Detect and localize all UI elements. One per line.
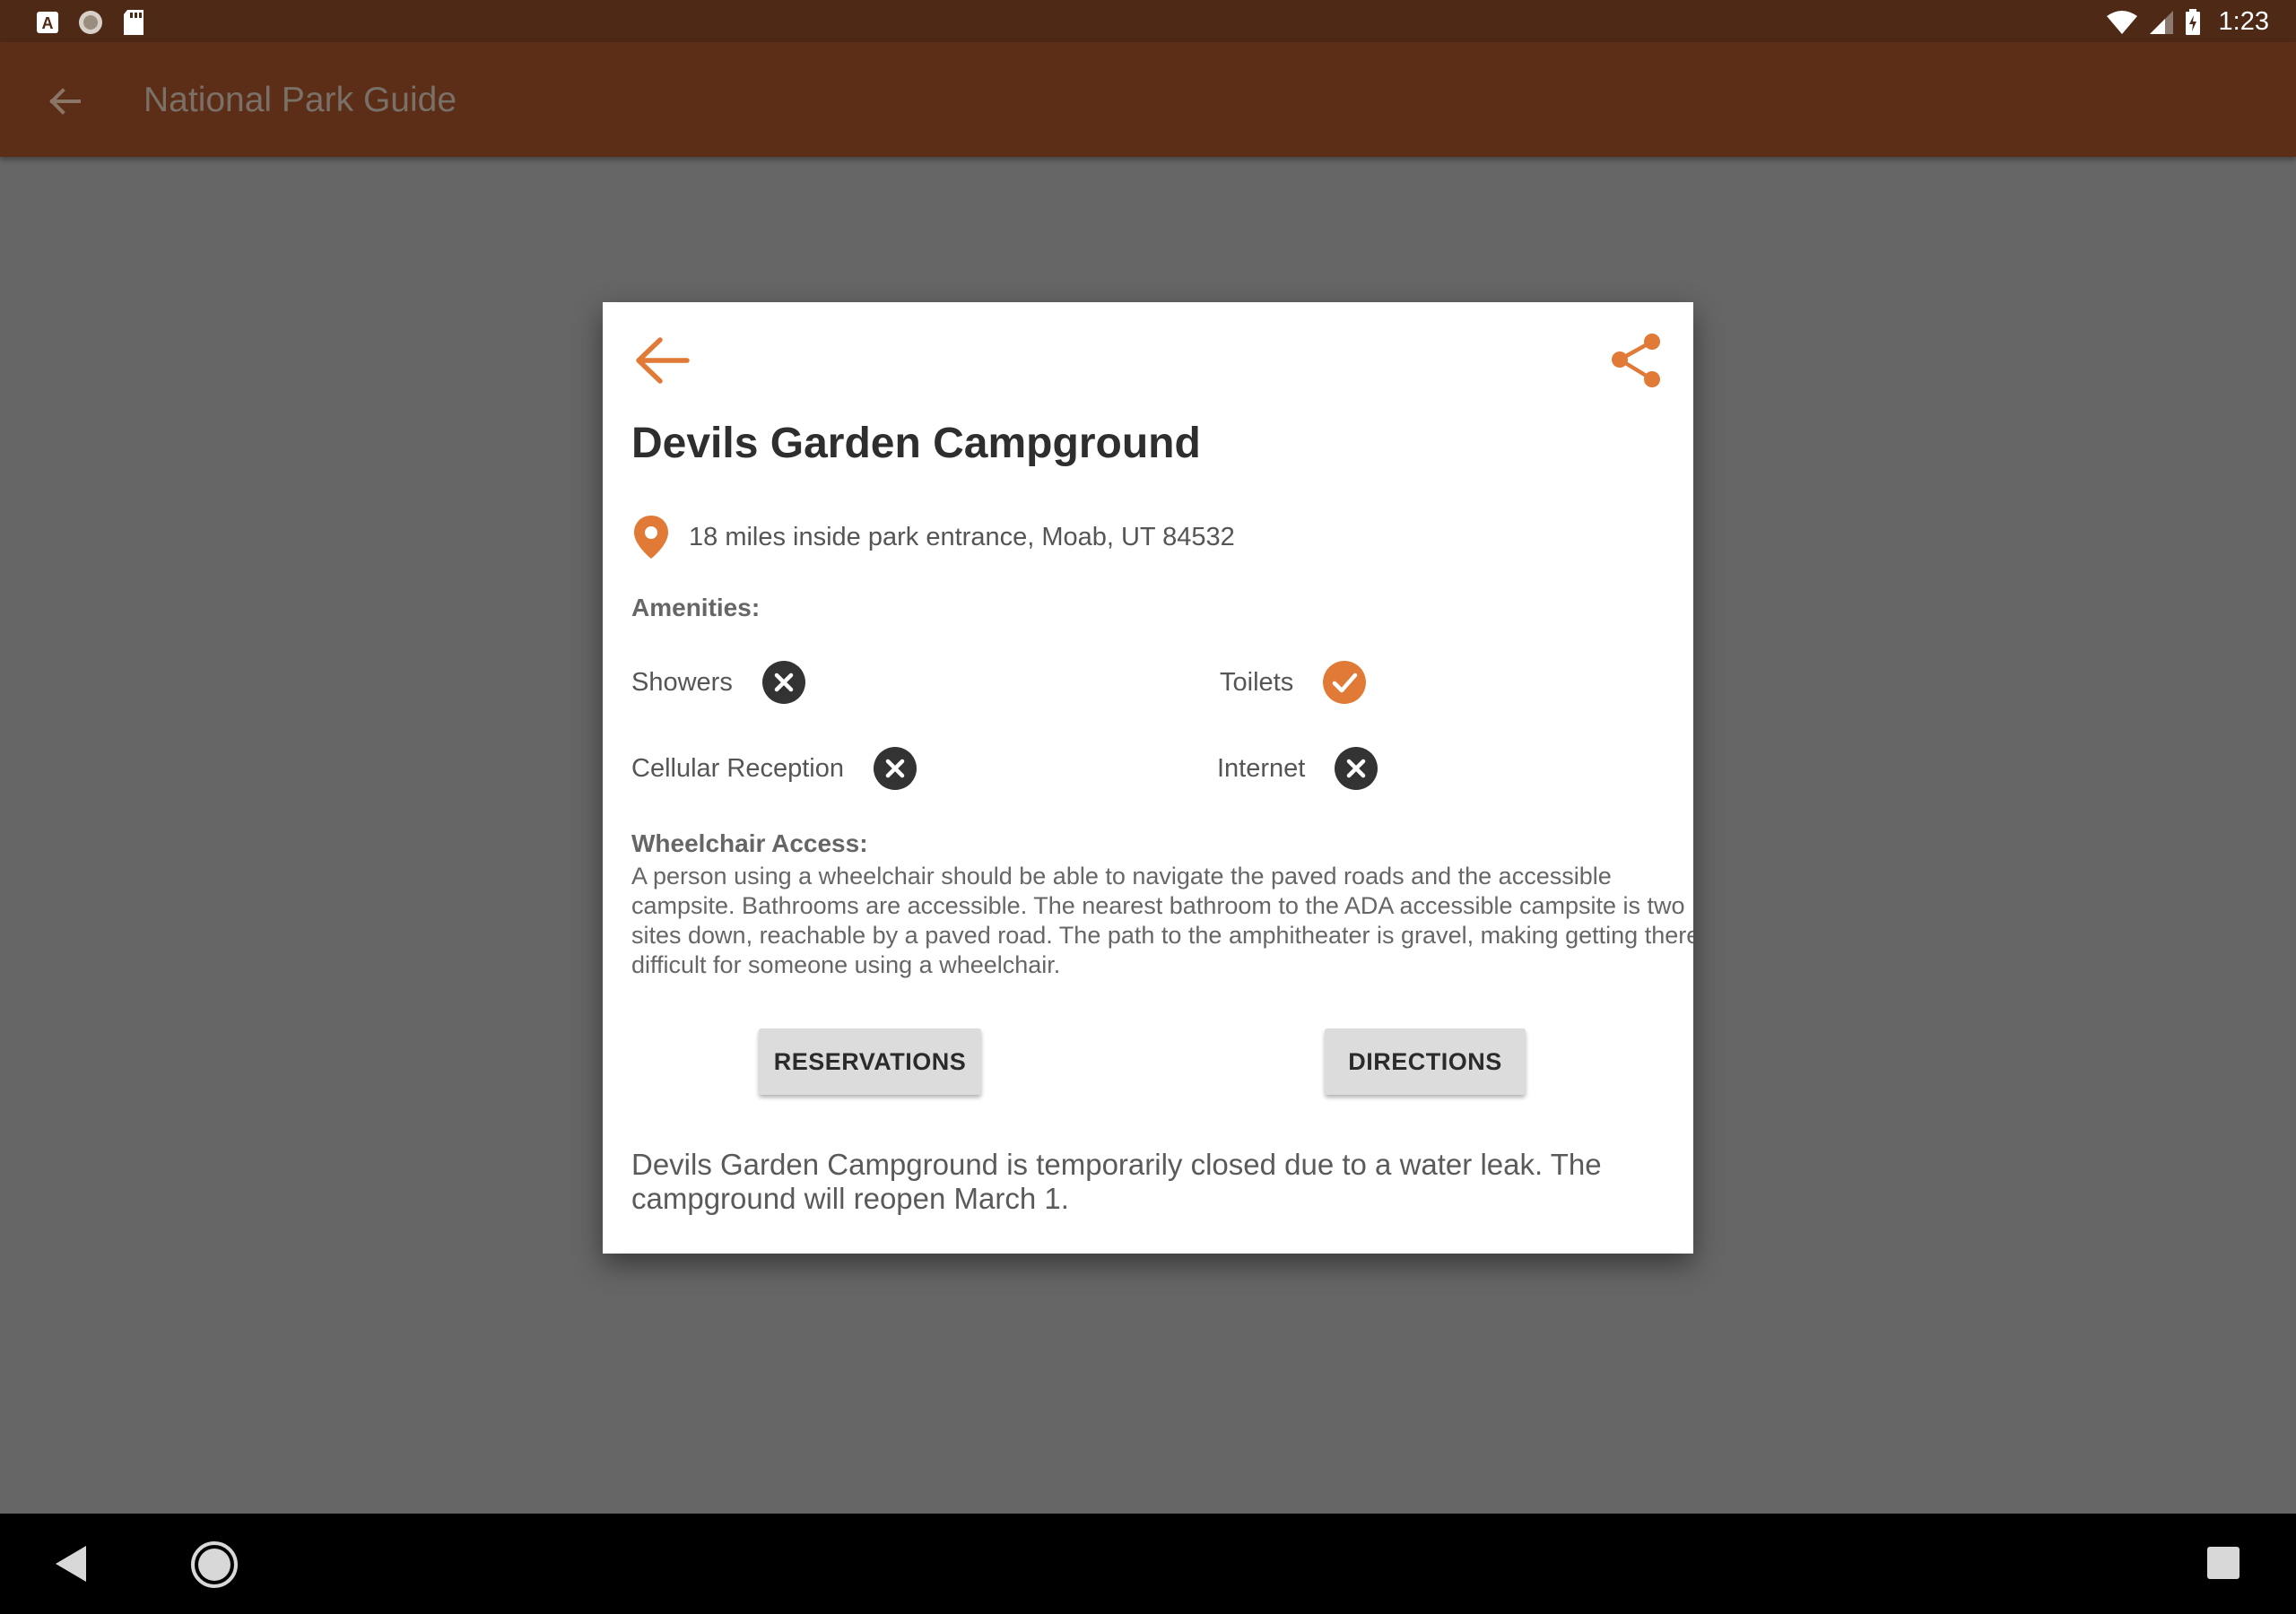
signal-icon xyxy=(2149,10,2173,34)
back-arrow-icon[interactable] xyxy=(630,329,692,392)
nav-home-icon[interactable] xyxy=(190,1540,239,1589)
nav-recents-icon[interactable] xyxy=(2206,1546,2240,1580)
address-row: 18 miles inside park entrance, Moab, UT … xyxy=(631,514,1235,560)
cross-circle-icon xyxy=(761,661,805,704)
status-left-icons: A xyxy=(36,9,145,36)
sd-card-icon xyxy=(124,10,144,35)
status-clock: 1:23 xyxy=(2218,7,2269,36)
amenity-cellular-reception: Cellular Reception xyxy=(631,746,918,791)
address-text: 18 miles inside park entrance, Moab, UT … xyxy=(689,522,1235,551)
cross-circle-icon xyxy=(1335,747,1378,790)
amenity-internet: Internet xyxy=(1217,746,1378,791)
app-title: National Park Guide xyxy=(144,81,457,119)
sync-circle-icon xyxy=(79,11,102,34)
location-pin-icon xyxy=(634,516,668,559)
wheelchair-access-heading: Wheelchair Access: xyxy=(631,829,868,857)
reservations-button[interactable]: RESERVATIONS xyxy=(759,1028,981,1095)
amenity-showers: Showers xyxy=(631,660,806,705)
svg-text:A: A xyxy=(42,14,54,32)
amenity-label: Toilets xyxy=(1220,667,1294,697)
arrow-back-icon[interactable] xyxy=(43,80,86,123)
amenity-toilets: Toilets xyxy=(1220,660,1367,705)
app-a-icon: A xyxy=(37,12,58,33)
navigation-bar xyxy=(0,1514,2296,1614)
wifi-icon xyxy=(2106,10,2137,34)
status-bar: A 1:23 xyxy=(0,0,2296,42)
amenity-label: Internet xyxy=(1217,753,1306,783)
campground-dialog: Devils Garden Campground 18 miles inside… xyxy=(603,302,1693,1254)
amenity-label: Showers xyxy=(631,667,733,697)
cross-circle-icon xyxy=(873,747,917,790)
status-right-icons: 1:23 xyxy=(2106,7,2269,37)
campground-title: Devils Garden Campground xyxy=(631,420,1201,467)
amenities-heading: Amenities: xyxy=(631,594,761,621)
nav-back-icon[interactable] xyxy=(54,1544,90,1584)
wheelchair-access-text: A person using a wheelchair should be ab… xyxy=(631,863,1693,978)
share-icon[interactable] xyxy=(1605,329,1668,392)
closure-notice: Devils Garden Campground is temporarily … xyxy=(631,1148,1602,1215)
amenity-label: Cellular Reception xyxy=(631,753,844,783)
check-circle-icon xyxy=(1323,661,1367,704)
app-bar: National Park Guide xyxy=(0,42,2296,157)
directions-button[interactable]: DIRECTIONS xyxy=(1325,1028,1526,1095)
battery-charging-icon xyxy=(2185,8,2200,35)
